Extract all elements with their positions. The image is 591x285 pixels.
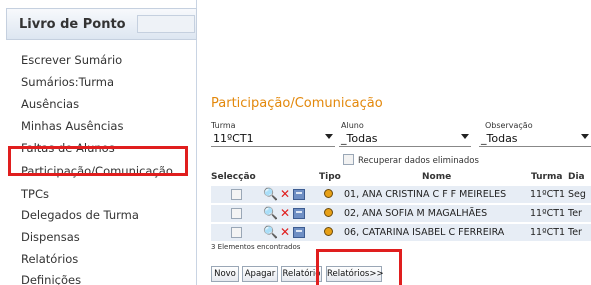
row-nome: 01, ANA CRISTINA C F F MEIRELES [344, 189, 507, 200]
row-dia: Seg [568, 189, 586, 200]
row-dia: Ter [568, 208, 582, 219]
row-checkbox[interactable] [231, 208, 242, 219]
aluno-select-value: _Todas [341, 132, 378, 145]
aluno-label: Aluno [341, 121, 364, 130]
type-icon [324, 227, 333, 236]
page-title: Participação/Comunicação [211, 96, 383, 111]
results-count: 3 Elementos encontrados [211, 243, 301, 251]
sidebar-title: Livro de Ponto [19, 17, 126, 32]
sidebar-header-tab [137, 15, 195, 33]
sidebar-item-dispensas[interactable]: Dispensas [21, 230, 80, 244]
record-icon[interactable] [293, 227, 305, 238]
turma-label: Turma [211, 121, 236, 130]
row-dia: Ter [568, 227, 582, 238]
observacao-select[interactable]: _Todas [479, 131, 591, 147]
row-turma: 11ºCT1 [530, 227, 566, 238]
search-icon[interactable]: 🔍 [263, 187, 278, 201]
search-icon[interactable]: 🔍 [263, 225, 278, 239]
apagar-button[interactable]: Apagar [242, 266, 278, 282]
header-nome: Nome [422, 172, 452, 182]
recover-label: Recuperar dados eliminados [358, 156, 479, 166]
row-checkbox[interactable] [231, 189, 242, 200]
record-icon[interactable] [293, 189, 305, 200]
highlight-box-button [316, 249, 402, 285]
header-dia: Dia [568, 172, 585, 182]
row-checkbox[interactable] [231, 227, 242, 238]
row-nome: 02, ANA SOFIA M MAGALHÃES [344, 208, 488, 219]
sidebar-item-delegados-de-turma[interactable]: Delegados de Turma [21, 208, 139, 222]
sidebar-item-relatorios[interactable]: Relatórios [21, 252, 78, 266]
type-icon [324, 189, 333, 198]
header-tipo: Tipo [319, 172, 341, 182]
novo-button[interactable]: Novo [211, 266, 239, 282]
sidebar-item-ausencias[interactable]: Ausências [21, 97, 79, 111]
aluno-select[interactable]: _Todas [339, 131, 471, 147]
sidebar-item-escrever-sumario[interactable]: Escrever Sumário [21, 53, 122, 67]
sidebar-item-sumarios-turma[interactable]: Sumários:Turma [21, 75, 114, 89]
sidebar-header: Livro de Ponto [6, 8, 197, 40]
highlight-box-menu [8, 146, 188, 176]
chevron-down-icon [581, 134, 589, 139]
main-panel: Participação/Comunicação Turma 11ºCT1 Al… [198, 0, 591, 285]
type-icon [324, 208, 333, 217]
turma-select-value: 11ºCT1 [213, 132, 254, 145]
observacao-select-value: _Todas [481, 132, 518, 145]
observacao-label: Observação [485, 121, 533, 130]
search-icon[interactable]: 🔍 [263, 206, 278, 220]
sidebar: Livro de Ponto Escrever Sumário Sumários… [0, 0, 197, 285]
sidebar-item-minhas-ausencias[interactable]: Minhas Ausências [21, 119, 123, 133]
sidebar-item-tpcs[interactable]: TPCs [21, 187, 49, 201]
delete-icon[interactable]: ✕ [280, 187, 290, 201]
header-seleccao: Selecção [211, 172, 256, 182]
header-turma: Turma [531, 172, 563, 182]
chevron-down-icon [325, 134, 333, 139]
sidebar-item-definicoes[interactable]: Definições [21, 273, 81, 285]
table-row[interactable]: 🔍 ✕ 02, ANA SOFIA M MAGALHÃES 11ºCT1 Ter [211, 205, 591, 222]
row-turma: 11ºCT1 [530, 189, 566, 200]
turma-select[interactable]: 11ºCT1 [211, 131, 335, 147]
chevron-down-icon [461, 134, 469, 139]
recover-checkbox[interactable] [343, 154, 354, 165]
record-icon[interactable] [293, 208, 305, 219]
row-turma: 11ºCT1 [530, 208, 566, 219]
delete-icon[interactable]: ✕ [280, 206, 290, 220]
table-row[interactable]: 🔍 ✕ 01, ANA CRISTINA C F F MEIRELES 11ºC… [211, 186, 591, 203]
table-row[interactable]: 🔍 ✕ 06, CATARINA ISABEL C FERREIRA 11ºCT… [211, 224, 591, 241]
delete-icon[interactable]: ✕ [280, 225, 290, 239]
row-nome: 06, CATARINA ISABEL C FERREIRA [344, 227, 505, 238]
